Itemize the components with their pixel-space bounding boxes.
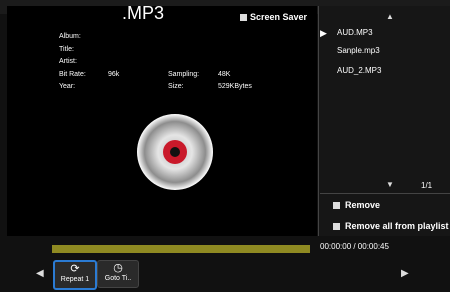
album-label: Album: [59, 33, 81, 40]
scroll-down-icon[interactable]: ▼ [386, 180, 394, 189]
divider [320, 193, 450, 194]
playlist-item[interactable]: AUD.MP3 [337, 28, 373, 37]
repeat-icon: ⟳ [70, 263, 80, 275]
size-label: Size: [168, 83, 184, 90]
checkbox-icon [240, 13, 247, 21]
size-value: 529KBytes [218, 83, 252, 90]
next-icon[interactable]: ▶ [401, 268, 409, 279]
repeat-button[interactable]: ⟳ Repeat 1 [53, 260, 97, 290]
screen-saver-label: Screen Saver [250, 12, 308, 22]
sampling-value: 48K [218, 71, 231, 78]
remove-button[interactable]: Remove [333, 200, 380, 210]
format-title: .MP3 [122, 3, 165, 23]
previous-icon[interactable]: ◀ [36, 268, 44, 279]
clock-icon: ◷ [113, 262, 123, 274]
sampling-label: Sampling: [168, 71, 200, 78]
bitrate-label: Bit Rate: [59, 71, 86, 78]
screen-saver-toggle[interactable]: Screen Saver [240, 12, 307, 22]
playlist-item[interactable]: Sanple.mp3 [337, 46, 380, 55]
remove-all-label: Remove all from playlist [345, 221, 449, 231]
remove-label: Remove [345, 200, 381, 210]
page-indicator: 1/1 [421, 181, 433, 190]
artist-label: Artist: [59, 58, 77, 65]
progress-bar[interactable] [52, 245, 310, 253]
repeat-label: Repeat 1 [60, 276, 90, 283]
disc-icon [137, 114, 213, 190]
title-label: Title: [59, 46, 74, 53]
scroll-up-icon[interactable]: ▲ [386, 12, 394, 21]
remove-all-button[interactable]: Remove all from playlist [333, 221, 449, 231]
current-item-arrow-icon: ▶ [320, 28, 327, 38]
bitrate-value: 96k [108, 71, 120, 78]
year-label: Year: [59, 83, 76, 90]
checkbox-icon [333, 222, 340, 230]
goto-label: Goto Ti.. [104, 275, 132, 282]
time-display: 00:00:00 / 00:00:45 [320, 242, 389, 251]
goto-time-button[interactable]: ◷ Goto Ti.. [97, 260, 139, 288]
checkbox-icon [333, 201, 340, 209]
playlist-item[interactable]: AUD_2.MP3 [337, 66, 381, 75]
